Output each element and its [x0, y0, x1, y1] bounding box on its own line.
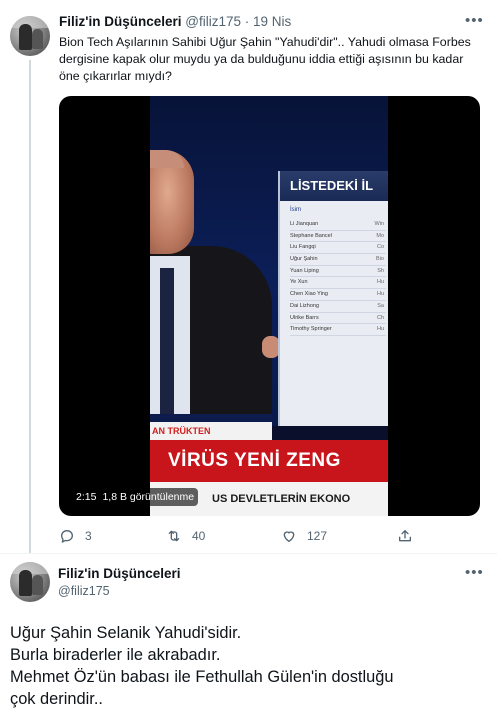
panel-row-value: Win — [374, 221, 384, 227]
chyron-headline: VİRÜS YENİ ZENG — [150, 440, 388, 482]
reply-count: 3 — [85, 529, 92, 543]
panel-row-value: Hu — [376, 291, 384, 298]
video-info-badge: 2:15 1,8 B görüntülenme — [72, 488, 199, 506]
avatar[interactable] — [10, 16, 50, 56]
tweet-date[interactable]: 19 Nis — [253, 14, 291, 29]
panel-row: Stephane Bancel Mo — [290, 231, 386, 243]
video-player[interactable]: LİSTEDEKİ İL İsim Li Jianquan Win Stephane… — [59, 96, 480, 516]
panel-row-name: Dai Lizhong — [290, 302, 320, 309]
share-button[interactable] — [397, 526, 423, 546]
panel-row: Dai Lizhong Sa — [290, 301, 386, 313]
like-icon — [283, 531, 295, 542]
tweet-text-line: Uğur Şahin Selanik Yahudi'sidir. — [10, 624, 242, 642]
avatar-figure — [32, 575, 43, 595]
panel-row: Chen Xiao Ying Hu — [290, 289, 386, 301]
chyron-top: AN TRÜKTEN — [150, 422, 272, 440]
panel-row-name: Yuan Liping — [290, 267, 319, 274]
reply-button[interactable]: 3 — [59, 526, 92, 546]
like-button[interactable]: 127 — [281, 526, 327, 546]
video-frame: LİSTEDEKİ İL İsim Li Jianquan Win Stephane… — [150, 96, 388, 516]
share-icon — [399, 530, 411, 542]
tweet-header: Filiz'in Düşünceleri @filiz175 · 19 Nis — [59, 14, 291, 29]
panel-row-name: Liu Fangqi — [290, 244, 316, 251]
tweet-text-line: Burla biraderler ile akrabadır. — [10, 646, 221, 664]
panel-row: Liu Fangqi Co — [290, 242, 386, 255]
author-handle[interactable]: @filiz175 — [185, 14, 241, 29]
panel-title: LİSTEDEKİ İL — [280, 171, 388, 201]
panel-row-name: Li Jianquan — [290, 221, 319, 227]
retweet-button[interactable]: 40 — [166, 526, 205, 546]
tweet-text: Uğur Şahin Selanik Yahudi'sidir. Burla b… — [10, 622, 490, 710]
tweet-divider — [0, 553, 497, 554]
panel-row-value: Mo — [376, 232, 384, 239]
info-panel: LİSTEDEKİ İL İsim Li Jianquan Win Stephane… — [278, 171, 388, 426]
author-handle[interactable]: @filiz175 — [58, 584, 110, 598]
video-duration: 2:15 — [76, 491, 97, 503]
author-name[interactable]: Filiz'in Düşünceleri — [59, 14, 181, 29]
panel-row-value: Co — [376, 244, 384, 251]
panel-row-value: Hu — [376, 279, 384, 286]
retweet-count: 40 — [192, 529, 206, 543]
panel-row-value: Sa — [377, 302, 384, 309]
tweet-text-line: Mehmet Öz'ün babası ile Fethullah Gülen'… — [10, 668, 394, 686]
panel-row-value: Ch — [376, 314, 384, 321]
panel-row: Uğur Şahin Bio — [290, 254, 386, 266]
panel-row-name: Ye Xun — [290, 279, 308, 286]
avatar-figure — [19, 570, 32, 596]
panel-row-value: Bio — [376, 256, 384, 263]
more-horizontal-icon[interactable]: ••• — [465, 12, 484, 29]
separator-dot: · — [244, 14, 250, 29]
tweet-text: Bion Tech Aşılarının Sahibi Uğur Şahin "… — [59, 35, 471, 83]
panel-row: Timothy Springer Hu — [290, 324, 386, 336]
presenter-tie — [160, 268, 174, 418]
panel-row: Li Jianquan Win — [290, 219, 386, 231]
panel-row: Ye Xun Hu — [290, 277, 386, 290]
action-bar: 3 40 127 — [59, 526, 480, 546]
avatar[interactable] — [10, 562, 50, 602]
panel-row-name: Uğur Şahin — [290, 256, 318, 263]
panel-row-name: Chen Xiao Ying — [290, 291, 328, 298]
panel-row-value: Sh — [377, 267, 384, 274]
like-count: 127 — [307, 529, 328, 543]
panel-row-value: Hu — [376, 326, 384, 333]
panel-row-name: Stephane Bancel — [290, 232, 332, 239]
panel-row-name: Timothy Springer — [290, 326, 332, 333]
panel-row: Yuan Liping Sh — [290, 266, 386, 278]
thread-line — [29, 60, 31, 553]
panel-row-name: Ulrike Barrs — [290, 314, 319, 321]
author-name[interactable]: Filiz'in Düşünceleri — [58, 566, 180, 581]
avatar-figure — [19, 24, 32, 50]
tweet-text-line: çok derindir.. — [10, 690, 103, 708]
more-horizontal-icon[interactable]: ••• — [465, 564, 484, 581]
reply-icon — [61, 530, 73, 543]
retweet-icon — [168, 530, 180, 542]
tweet-1[interactable]: Filiz'in Düşünceleri @filiz175 · 19 Nis … — [0, 0, 497, 553]
video-views: 1,8 B görüntülenme — [102, 491, 195, 503]
panel-list: Li Jianquan Win Stephane Bancel Mo Liu Fangq… — [290, 219, 386, 336]
panel-row: Ulrike Barrs Ch — [290, 313, 386, 325]
panel-subtitle: İsim — [290, 207, 301, 213]
avatar-figure — [32, 29, 43, 49]
